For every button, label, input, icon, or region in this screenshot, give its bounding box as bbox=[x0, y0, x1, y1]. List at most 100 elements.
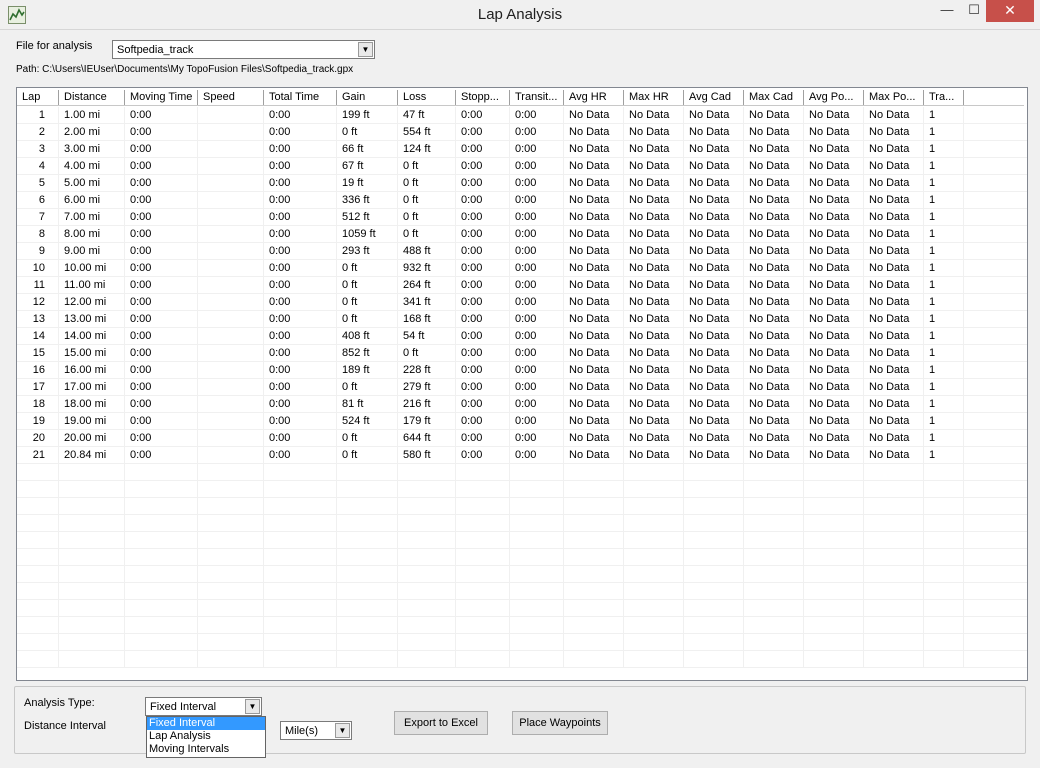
table-row[interactable]: 3 3.00 mi 0:00 0:00 66 ft 124 ft 0:00 0:00 No Da… bbox=[17, 141, 1027, 158]
empty-cell bbox=[804, 549, 864, 565]
table-row[interactable]: 15 15.00 mi 0:00 0:00 852 ft 0 ft 0:00 0:00 No D… bbox=[17, 345, 1027, 362]
table-cell: No Data bbox=[684, 141, 744, 157]
column-header[interactable]: Avg HR bbox=[564, 90, 624, 105]
empty-cell bbox=[924, 464, 964, 480]
table-cell: No Data bbox=[744, 362, 804, 378]
table-row[interactable]: 19 19.00 mi 0:00 0:00 524 ft 179 ft 0:00 0:00 No… bbox=[17, 413, 1027, 430]
table-cell: No Data bbox=[744, 328, 804, 344]
table-cell: 0:00 bbox=[264, 158, 337, 174]
table-cell: 1 bbox=[924, 430, 964, 446]
column-header[interactable]: Max Cad bbox=[744, 90, 804, 105]
chevron-down-icon[interactable]: ▼ bbox=[335, 723, 350, 738]
table-row[interactable]: 1 1.00 mi 0:00 0:00 199 ft 47 ft 0:00 0:00 No Da… bbox=[17, 107, 1027, 124]
table-cell: 47 ft bbox=[398, 107, 456, 123]
table-cell: 4.00 mi bbox=[59, 158, 125, 174]
table-cell: No Data bbox=[564, 192, 624, 208]
column-header[interactable]: Max HR bbox=[624, 90, 684, 105]
table-cell: 0:00 bbox=[510, 311, 564, 327]
table-cell: No Data bbox=[864, 209, 924, 225]
lap-table[interactable]: Lap Distance Moving Time Speed Total Time Gai… bbox=[16, 87, 1028, 681]
table-cell: No Data bbox=[684, 311, 744, 327]
place-waypoints-button[interactable]: Place Waypoints bbox=[512, 711, 608, 735]
chevron-down-icon[interactable]: ▼ bbox=[358, 42, 373, 57]
empty-cell bbox=[17, 617, 59, 633]
table-cell: No Data bbox=[864, 311, 924, 327]
table-row[interactable]: 14 14.00 mi 0:00 0:00 408 ft 54 ft 0:00 0:00 No … bbox=[17, 328, 1027, 345]
analysis-type-option[interactable]: Lap Analysis bbox=[147, 730, 265, 743]
column-header[interactable]: Loss bbox=[398, 90, 456, 105]
table-cell: 0 ft bbox=[337, 124, 398, 140]
column-header[interactable]: Avg Po... bbox=[804, 90, 864, 105]
empty-cell bbox=[804, 566, 864, 582]
table-cell: 0 ft bbox=[398, 226, 456, 242]
column-header[interactable]: Tra... bbox=[924, 90, 964, 105]
table-cell: 932 ft bbox=[398, 260, 456, 276]
column-header[interactable]: Avg Cad bbox=[684, 90, 744, 105]
table-cell: 0:00 bbox=[125, 277, 198, 293]
column-header[interactable]: Max Po... bbox=[864, 90, 924, 105]
chevron-down-icon[interactable]: ▼ bbox=[245, 699, 260, 714]
table-cell: 0:00 bbox=[125, 396, 198, 412]
analysis-type-select[interactable]: Fixed Interval ▼ bbox=[145, 697, 262, 716]
close-button[interactable]: ✕ bbox=[986, 0, 1034, 22]
table-cell: No Data bbox=[804, 124, 864, 140]
table-cell: 0:00 bbox=[125, 209, 198, 225]
unit-select-value: Mile(s) bbox=[285, 725, 318, 737]
table-row[interactable]: 18 18.00 mi 0:00 0:00 81 ft 216 ft 0:00 0:00 No … bbox=[17, 396, 1027, 413]
table-cell: No Data bbox=[744, 158, 804, 174]
export-to-excel-button[interactable]: Export to Excel bbox=[394, 711, 488, 735]
analysis-type-option[interactable]: Fixed Interval bbox=[147, 717, 265, 730]
table-row[interactable]: 9 9.00 mi 0:00 0:00 293 ft 488 ft 0:00 0:00 No D… bbox=[17, 243, 1027, 260]
column-header[interactable]: Moving Time bbox=[125, 90, 198, 105]
table-cell: 264 ft bbox=[398, 277, 456, 293]
table-row[interactable]: 2 2.00 mi 0:00 0:00 0 ft 554 ft 0:00 0:00 No Dat… bbox=[17, 124, 1027, 141]
table-cell: 20.84 mi bbox=[59, 447, 125, 463]
table-cell: No Data bbox=[804, 379, 864, 395]
table-row[interactable]: 11 11.00 mi 0:00 0:00 0 ft 264 ft 0:00 0:00 No D… bbox=[17, 277, 1027, 294]
column-header[interactable]: Transit... bbox=[510, 90, 564, 105]
file-select[interactable]: Softpedia_track ▼ bbox=[112, 40, 375, 59]
empty-cell bbox=[804, 651, 864, 667]
analysis-type-dropdown-list[interactable]: Fixed Interval Lap Analysis Moving Inter… bbox=[146, 716, 266, 758]
table-cell: 1 bbox=[924, 362, 964, 378]
table-row[interactable]: 16 16.00 mi 0:00 0:00 189 ft 228 ft 0:00 0:00 No… bbox=[17, 362, 1027, 379]
table-cell: No Data bbox=[624, 243, 684, 259]
table-row[interactable]: 21 20.84 mi 0:00 0:00 0 ft 580 ft 0:00 0:00 No D… bbox=[17, 447, 1027, 464]
column-header[interactable]: Stopp... bbox=[456, 90, 510, 105]
table-cell bbox=[198, 175, 264, 191]
table-row[interactable]: 12 12.00 mi 0:00 0:00 0 ft 341 ft 0:00 0:00 No D… bbox=[17, 294, 1027, 311]
table-row[interactable]: 7 7.00 mi 0:00 0:00 512 ft 0 ft 0:00 0:00 No Dat… bbox=[17, 209, 1027, 226]
empty-cell bbox=[684, 481, 744, 497]
column-header[interactable]: Speed bbox=[198, 90, 264, 105]
table-row[interactable]: 17 17.00 mi 0:00 0:00 0 ft 279 ft 0:00 0:00 No D… bbox=[17, 379, 1027, 396]
table-row[interactable]: 20 20.00 mi 0:00 0:00 0 ft 644 ft 0:00 0:00 No D… bbox=[17, 430, 1027, 447]
analysis-type-option[interactable]: Moving Intervals bbox=[147, 743, 265, 756]
column-header[interactable]: Gain bbox=[337, 90, 398, 105]
table-cell: 0:00 bbox=[510, 175, 564, 191]
table-cell: 0:00 bbox=[125, 158, 198, 174]
table-cell bbox=[198, 413, 264, 429]
column-header[interactable]: Total Time bbox=[264, 90, 337, 105]
maximize-button[interactable]: ☐ bbox=[964, 0, 984, 22]
table-cell: 0:00 bbox=[510, 277, 564, 293]
column-header[interactable]: Lap bbox=[17, 90, 59, 105]
table-cell: 0:00 bbox=[125, 260, 198, 276]
empty-cell bbox=[17, 651, 59, 667]
table-row[interactable]: 4 4.00 mi 0:00 0:00 67 ft 0 ft 0:00 0:00 No Data… bbox=[17, 158, 1027, 175]
unit-select[interactable]: Mile(s) ▼ bbox=[280, 721, 352, 740]
table-cell: No Data bbox=[864, 124, 924, 140]
empty-cell bbox=[398, 634, 456, 650]
table-cell: 10 bbox=[17, 260, 59, 276]
table-row[interactable]: 10 10.00 mi 0:00 0:00 0 ft 932 ft 0:00 0:00 No D… bbox=[17, 260, 1027, 277]
column-header[interactable]: Distance bbox=[59, 90, 125, 105]
empty-cell bbox=[624, 498, 684, 514]
table-row[interactable]: 6 6.00 mi 0:00 0:00 336 ft 0 ft 0:00 0:00 No Dat… bbox=[17, 192, 1027, 209]
table-cell: No Data bbox=[564, 260, 624, 276]
table-row[interactable]: 5 5.00 mi 0:00 0:00 19 ft 0 ft 0:00 0:00 No Data… bbox=[17, 175, 1027, 192]
empty-cell bbox=[744, 532, 804, 548]
table-row[interactable]: 8 8.00 mi 0:00 0:00 1059 ft 0 ft 0:00 0:00 No Da… bbox=[17, 226, 1027, 243]
minimize-button[interactable]: — bbox=[930, 0, 964, 22]
table-cell: 216 ft bbox=[398, 396, 456, 412]
table-row[interactable]: 13 13.00 mi 0:00 0:00 0 ft 168 ft 0:00 0:00 No D… bbox=[17, 311, 1027, 328]
table-cell: 0:00 bbox=[456, 345, 510, 361]
